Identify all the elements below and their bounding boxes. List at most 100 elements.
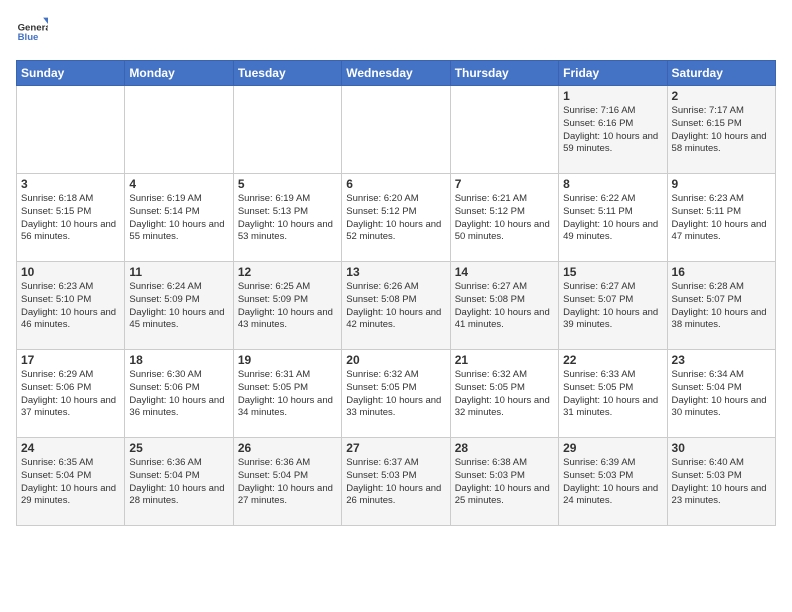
day-cell: 15 Sunrise: 6:27 AM Sunset: 5:07 PM Dayli… <box>559 262 667 350</box>
day-number: 22 <box>563 353 662 367</box>
day-number: 7 <box>455 177 554 191</box>
day-cell: 14 Sunrise: 6:27 AM Sunset: 5:08 PM Dayli… <box>450 262 558 350</box>
day-info: Sunrise: 6:24 AM Sunset: 5:09 PM Dayligh… <box>129 281 228 332</box>
day-number: 28 <box>455 441 554 455</box>
day-info: Sunrise: 6:38 AM Sunset: 5:03 PM Dayligh… <box>455 457 554 508</box>
day-info: Sunrise: 6:27 AM Sunset: 5:08 PM Dayligh… <box>455 281 554 332</box>
day-number: 21 <box>455 353 554 367</box>
day-info: Sunrise: 6:28 AM Sunset: 5:07 PM Dayligh… <box>672 281 771 332</box>
day-cell <box>17 86 125 174</box>
day-cell: 3 Sunrise: 6:18 AM Sunset: 5:15 PM Daylig… <box>17 174 125 262</box>
day-cell <box>125 86 233 174</box>
day-info: Sunrise: 6:32 AM Sunset: 5:05 PM Dayligh… <box>455 369 554 420</box>
day-cell <box>233 86 341 174</box>
logo-icon: General Blue <box>16 16 48 48</box>
day-info: Sunrise: 6:33 AM Sunset: 5:05 PM Dayligh… <box>563 369 662 420</box>
day-number: 1 <box>563 89 662 103</box>
day-info: Sunrise: 6:22 AM Sunset: 5:11 PM Dayligh… <box>563 193 662 244</box>
day-cell: 28 Sunrise: 6:38 AM Sunset: 5:03 PM Dayli… <box>450 438 558 526</box>
day-info: Sunrise: 6:37 AM Sunset: 5:03 PM Dayligh… <box>346 457 445 508</box>
day-info: Sunrise: 6:35 AM Sunset: 5:04 PM Dayligh… <box>21 457 120 508</box>
day-cell: 13Sunrise: 6:26 AM Sunset: 5:08 PM Dayli… <box>342 262 450 350</box>
calendar-table: SundayMondayTuesdayWednesdayThursdayFrid… <box>16 60 776 526</box>
day-number: 25 <box>129 441 228 455</box>
day-number: 18 <box>129 353 228 367</box>
weekday-header-saturday: Saturday <box>667 61 775 86</box>
day-number: 2 <box>672 89 771 103</box>
day-info: Sunrise: 6:25 AM Sunset: 5:09 PM Dayligh… <box>238 281 337 332</box>
day-cell: 18 Sunrise: 6:30 AM Sunset: 5:06 PM Dayli… <box>125 350 233 438</box>
day-cell: 5 Sunrise: 6:19 AM Sunset: 5:13 PM Daylig… <box>233 174 341 262</box>
day-cell: 12 Sunrise: 6:25 AM Sunset: 5:09 PM Dayli… <box>233 262 341 350</box>
weekday-header-friday: Friday <box>559 61 667 86</box>
day-info: Sunrise: 6:30 AM Sunset: 5:06 PM Dayligh… <box>129 369 228 420</box>
weekday-header-thursday: Thursday <box>450 61 558 86</box>
day-number: 3 <box>21 177 120 191</box>
calendar-page: General Blue SundayMondayTuesdayWednesda… <box>0 0 792 536</box>
day-number: 4 <box>129 177 228 191</box>
day-info: Sunrise: 7:17 AM Sunset: 6:15 PM Dayligh… <box>672 105 771 156</box>
day-number: 15 <box>563 265 662 279</box>
day-cell: 8 Sunrise: 6:22 AM Sunset: 5:11 PM Daylig… <box>559 174 667 262</box>
day-info: Sunrise: 6:39 AM Sunset: 5:03 PM Dayligh… <box>563 457 662 508</box>
week-row-2: 3 Sunrise: 6:18 AM Sunset: 5:15 PM Daylig… <box>17 174 776 262</box>
day-number: 6 <box>346 177 445 191</box>
day-cell: 6 Sunrise: 6:20 AM Sunset: 5:12 PM Daylig… <box>342 174 450 262</box>
day-info: Sunrise: 6:27 AM Sunset: 5:07 PM Dayligh… <box>563 281 662 332</box>
day-number: 20 <box>346 353 445 367</box>
day-cell: 2 Sunrise: 7:17 AM Sunset: 6:15 PM Daylig… <box>667 86 775 174</box>
day-number: 16 <box>672 265 771 279</box>
day-info: Sunrise: 6:34 AM Sunset: 5:04 PM Dayligh… <box>672 369 771 420</box>
day-number: 13 <box>346 265 445 279</box>
day-cell: 27 Sunrise: 6:37 AM Sunset: 5:03 PM Dayli… <box>342 438 450 526</box>
svg-text:Blue: Blue <box>18 32 39 43</box>
day-number: 12 <box>238 265 337 279</box>
header: General Blue <box>16 16 776 48</box>
day-number: 24 <box>21 441 120 455</box>
logo: General Blue <box>16 16 48 48</box>
day-info: Sunrise: 6:18 AM Sunset: 5:15 PM Dayligh… <box>21 193 120 244</box>
day-info: Sunrise: 6:32 AM Sunset: 5:05 PM Dayligh… <box>346 369 445 420</box>
day-number: 9 <box>672 177 771 191</box>
weekday-header-wednesday: Wednesday <box>342 61 450 86</box>
day-cell: 26Sunrise: 6:36 AM Sunset: 5:04 PM Dayli… <box>233 438 341 526</box>
weekday-header-row: SundayMondayTuesdayWednesdayThursdayFrid… <box>17 61 776 86</box>
day-cell: 24 Sunrise: 6:35 AM Sunset: 5:04 PM Dayli… <box>17 438 125 526</box>
day-number: 8 <box>563 177 662 191</box>
day-cell: 25 Sunrise: 6:36 AM Sunset: 5:04 PM Dayli… <box>125 438 233 526</box>
day-cell: 30Sunrise: 6:40 AM Sunset: 5:03 PM Dayli… <box>667 438 775 526</box>
week-row-5: 24 Sunrise: 6:35 AM Sunset: 5:04 PM Dayli… <box>17 438 776 526</box>
day-cell: 9Sunrise: 6:23 AM Sunset: 5:11 PM Daylig… <box>667 174 775 262</box>
day-cell: 17 Sunrise: 6:29 AM Sunset: 5:06 PM Dayli… <box>17 350 125 438</box>
day-number: 11 <box>129 265 228 279</box>
day-info: Sunrise: 6:19 AM Sunset: 5:14 PM Dayligh… <box>129 193 228 244</box>
day-info: Sunrise: 6:31 AM Sunset: 5:05 PM Dayligh… <box>238 369 337 420</box>
day-cell <box>450 86 558 174</box>
day-info: Sunrise: 7:16 AM Sunset: 6:16 PM Dayligh… <box>563 105 662 156</box>
day-cell: 19Sunrise: 6:31 AM Sunset: 5:05 PM Dayli… <box>233 350 341 438</box>
weekday-header-monday: Monday <box>125 61 233 86</box>
day-cell: 21 Sunrise: 6:32 AM Sunset: 5:05 PM Dayli… <box>450 350 558 438</box>
day-info: Sunrise: 6:36 AM Sunset: 5:04 PM Dayligh… <box>129 457 228 508</box>
day-number: 23 <box>672 353 771 367</box>
day-number: 5 <box>238 177 337 191</box>
weekday-header-sunday: Sunday <box>17 61 125 86</box>
day-cell: 29 Sunrise: 6:39 AM Sunset: 5:03 PM Dayli… <box>559 438 667 526</box>
day-cell: 1 Sunrise: 7:16 AM Sunset: 6:16 PM Daylig… <box>559 86 667 174</box>
day-info: Sunrise: 6:36 AM Sunset: 5:04 PM Dayligh… <box>238 457 337 508</box>
day-cell: 23 Sunrise: 6:34 AM Sunset: 5:04 PM Dayli… <box>667 350 775 438</box>
day-number: 27 <box>346 441 445 455</box>
day-info: Sunrise: 6:23 AM Sunset: 5:10 PM Dayligh… <box>21 281 120 332</box>
day-info: Sunrise: 6:20 AM Sunset: 5:12 PM Dayligh… <box>346 193 445 244</box>
day-cell: 11 Sunrise: 6:24 AM Sunset: 5:09 PM Dayli… <box>125 262 233 350</box>
day-info: Sunrise: 6:19 AM Sunset: 5:13 PM Dayligh… <box>238 193 337 244</box>
day-number: 29 <box>563 441 662 455</box>
day-info: Sunrise: 6:29 AM Sunset: 5:06 PM Dayligh… <box>21 369 120 420</box>
day-number: 14 <box>455 265 554 279</box>
day-cell: 20 Sunrise: 6:32 AM Sunset: 5:05 PM Dayli… <box>342 350 450 438</box>
weekday-header-tuesday: Tuesday <box>233 61 341 86</box>
day-info: Sunrise: 6:40 AM Sunset: 5:03 PM Dayligh… <box>672 457 771 508</box>
day-cell <box>342 86 450 174</box>
day-number: 17 <box>21 353 120 367</box>
day-cell: 16 Sunrise: 6:28 AM Sunset: 5:07 PM Dayli… <box>667 262 775 350</box>
